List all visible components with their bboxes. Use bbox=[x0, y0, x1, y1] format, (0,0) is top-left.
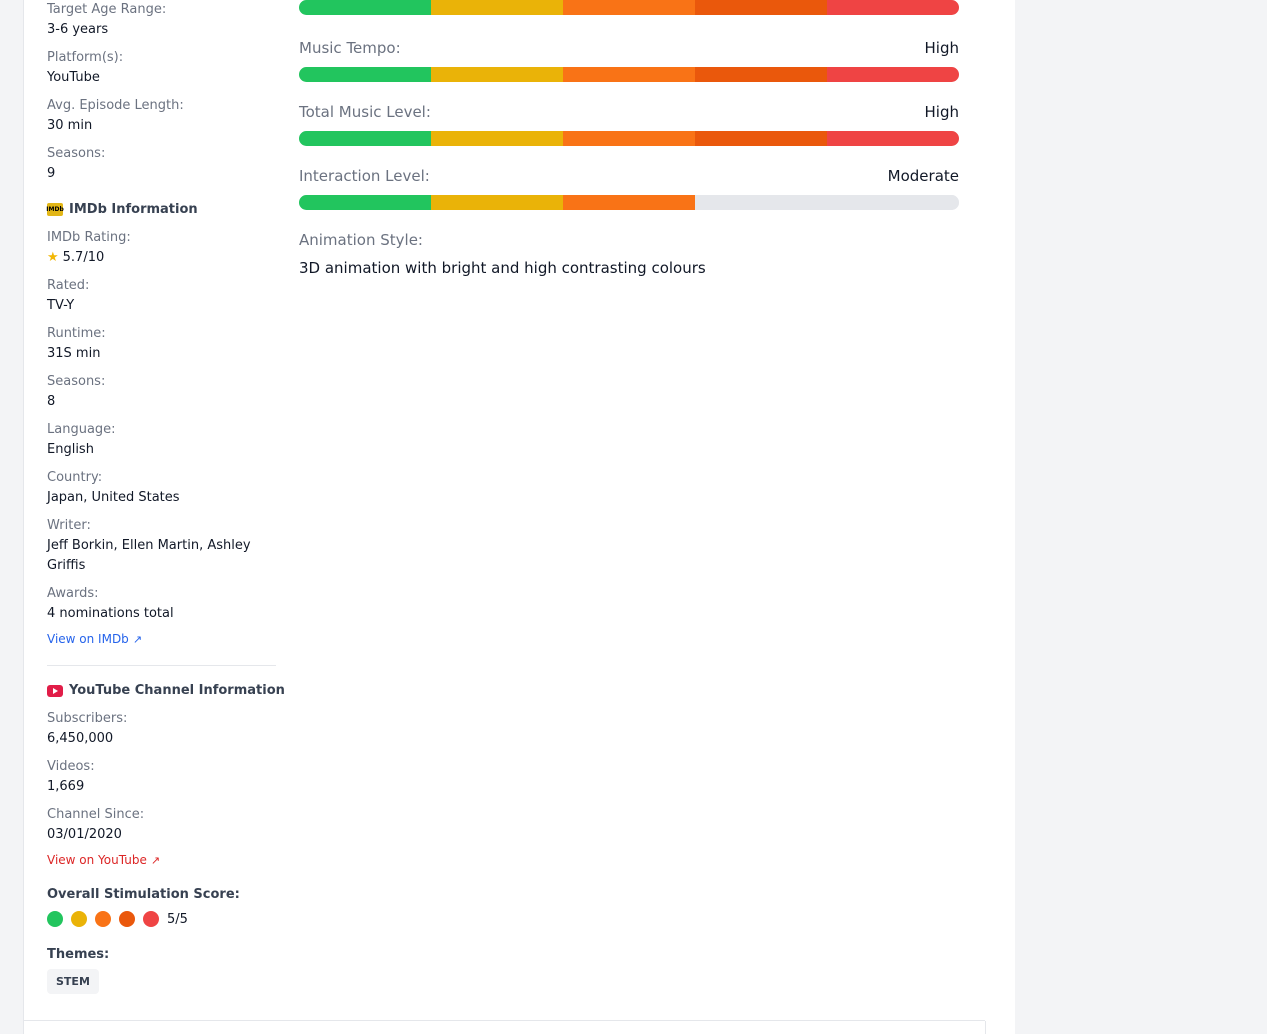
score-dot bbox=[143, 911, 159, 927]
imdb-seasons-value: 8 bbox=[47, 394, 56, 409]
meter-segment bbox=[695, 0, 827, 15]
writer-label: Writer: bbox=[47, 518, 91, 533]
meter-bar bbox=[299, 67, 959, 82]
country-value: Japan, United States bbox=[47, 490, 180, 505]
meter-segment bbox=[299, 131, 431, 146]
meter-level: High bbox=[924, 39, 959, 57]
meter-segment bbox=[299, 67, 431, 82]
imdb-seasons-label: Seasons: bbox=[47, 374, 106, 389]
writer-value-line1: Jeff Borkin, Ellen Martin, Ashley bbox=[47, 538, 251, 553]
seasons-value: 9 bbox=[47, 166, 56, 181]
meter-label: Total Music Level: bbox=[299, 103, 431, 121]
meter-segment bbox=[299, 0, 431, 15]
meter-label: Interaction Level: bbox=[299, 167, 430, 185]
meter-top-partial bbox=[299, 0, 959, 15]
meter-segment bbox=[431, 0, 563, 15]
meter-bar bbox=[299, 0, 959, 15]
score-dot bbox=[47, 911, 63, 927]
channel-since-label: Channel Since: bbox=[47, 807, 145, 822]
meter-segment bbox=[563, 67, 695, 82]
channel-since-value: 03/01/2020 bbox=[47, 827, 122, 842]
meter-level: Moderate bbox=[887, 167, 959, 185]
star-icon: ★ bbox=[47, 250, 59, 265]
score-dot bbox=[119, 911, 135, 927]
rated-label: Rated: bbox=[47, 278, 90, 293]
meter-segment bbox=[431, 195, 563, 210]
view-on-imdb-text: View on IMDb bbox=[47, 632, 129, 646]
language-label: Language: bbox=[47, 422, 116, 437]
external-link-icon: ↗ bbox=[132, 632, 143, 646]
meter-segment bbox=[563, 195, 695, 210]
meter-segment bbox=[827, 67, 959, 82]
videos-label: Videos: bbox=[47, 759, 95, 774]
meter-segment bbox=[563, 131, 695, 146]
seasons-label: Seasons: bbox=[47, 146, 106, 161]
meter-bar bbox=[299, 131, 959, 146]
platform-value: YouTube bbox=[47, 70, 100, 85]
episode-length-label: Avg. Episode Length: bbox=[47, 98, 184, 113]
runtime-value: 31S min bbox=[47, 346, 101, 361]
meter-segment bbox=[299, 195, 431, 210]
imdb-rating-label: IMDb Rating: bbox=[47, 230, 131, 245]
runtime-label: Runtime: bbox=[47, 326, 106, 341]
external-link-icon: ↗ bbox=[150, 853, 161, 867]
animation-style-value: 3D animation with bright and high contra… bbox=[299, 259, 706, 277]
rated-value: TV-Y bbox=[47, 298, 75, 313]
meter-segment bbox=[695, 131, 827, 146]
awards-value: 4 nominations total bbox=[47, 606, 174, 621]
meter-segment bbox=[695, 67, 827, 82]
card-footer bbox=[23, 1021, 986, 1034]
age-range-label: Target Age Range: bbox=[47, 2, 167, 17]
youtube-logo-icon bbox=[47, 684, 63, 697]
show-details-card bbox=[23, 0, 986, 1021]
page-background-right bbox=[1015, 0, 1267, 1034]
themes-label: Themes: bbox=[47, 947, 110, 962]
meter-level: High bbox=[924, 103, 959, 121]
language-value: English bbox=[47, 442, 94, 457]
meter-segment bbox=[695, 195, 827, 210]
view-on-youtube-text: View on YouTube bbox=[47, 853, 147, 867]
meter-segment bbox=[563, 0, 695, 15]
meter-music-tempo: Music Tempo: High bbox=[299, 39, 959, 82]
meter-segment bbox=[827, 0, 959, 15]
meter-label: Music Tempo: bbox=[299, 39, 401, 57]
platform-label: Platform(s): bbox=[47, 50, 124, 65]
score-dot bbox=[95, 911, 111, 927]
animation-style-label: Animation Style: bbox=[299, 231, 423, 249]
subscribers-label: Subscribers: bbox=[47, 711, 128, 726]
meter-bar bbox=[299, 195, 959, 210]
view-on-imdb-link[interactable]: View on IMDb ↗ bbox=[47, 632, 142, 646]
imdb-section-title: IMDb IMDb Information bbox=[46, 202, 198, 217]
theme-tag: STEM bbox=[47, 969, 99, 994]
stimulation-score-label: Overall Stimulation Score: bbox=[47, 887, 240, 902]
subscribers-value: 6,450,000 bbox=[47, 731, 114, 746]
episode-length-value: 30 min bbox=[47, 118, 93, 133]
meter-segment bbox=[431, 131, 563, 146]
stimulation-score-dots: 5/5 bbox=[47, 911, 188, 927]
meter-total-music-level: Total Music Level: High bbox=[299, 103, 959, 146]
page-gutter bbox=[985, 0, 1015, 1034]
country-label: Country: bbox=[47, 470, 103, 485]
videos-value: 1,669 bbox=[47, 779, 85, 794]
imdb-rating-text: 5.7/10 bbox=[62, 250, 105, 265]
imdb-rating-value: ★ 5.7/10 bbox=[47, 250, 104, 265]
imdb-section-title-text: IMDb Information bbox=[69, 202, 198, 217]
age-range-value: 3-6 years bbox=[47, 22, 109, 37]
meter-segment bbox=[827, 131, 959, 146]
youtube-section-title-text: YouTube Channel Information bbox=[69, 683, 285, 698]
meter-segment bbox=[827, 195, 959, 210]
score-dot bbox=[71, 911, 87, 927]
meter-segment bbox=[431, 67, 563, 82]
view-on-youtube-link[interactable]: View on YouTube ↗ bbox=[47, 853, 160, 867]
section-divider bbox=[47, 665, 276, 666]
stimulation-score-value: 5/5 bbox=[167, 911, 188, 927]
imdb-logo-icon: IMDb bbox=[46, 203, 64, 216]
writer-value-line2: Griffis bbox=[47, 558, 86, 573]
awards-label: Awards: bbox=[47, 586, 99, 601]
meter-interaction-level: Interaction Level: Moderate bbox=[299, 167, 959, 210]
youtube-section-title: YouTube Channel Information bbox=[47, 683, 285, 698]
